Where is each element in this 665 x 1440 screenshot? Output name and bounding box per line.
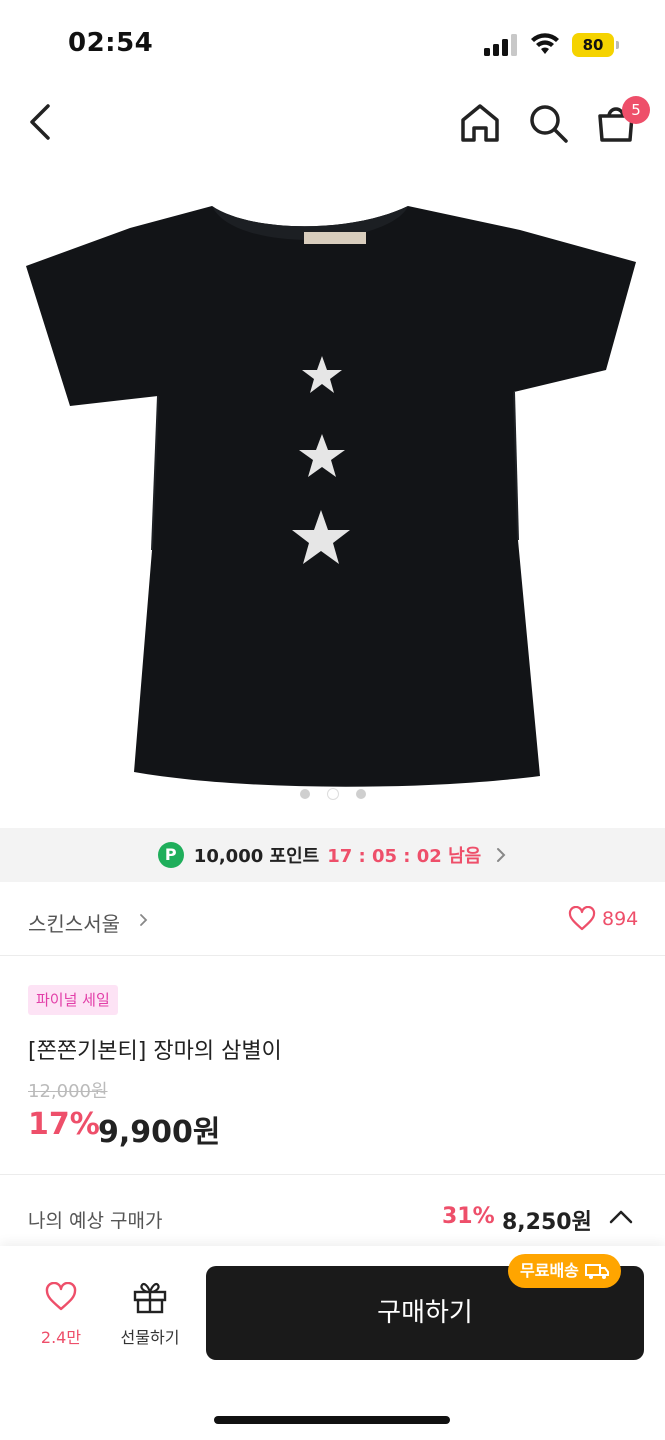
wishlist-button[interactable]: 2.4만	[30, 1281, 92, 1348]
expected-discount: 31%	[442, 1204, 495, 1229]
chevron-up-icon[interactable]	[608, 1208, 634, 1226]
sale-tag: 파이널 세일	[28, 985, 118, 1015]
product-title: [쫀쫀기본티] 장마의 삼별이	[28, 1039, 282, 1064]
battery-level: 80	[572, 33, 614, 57]
free-shipping-label: 무료배송	[520, 1261, 579, 1280]
points-amount: 10,000 포인트	[193, 846, 320, 867]
carousel-dot-3[interactable]	[355, 789, 366, 799]
chevron-right-icon	[140, 914, 148, 926]
store-like-count: 894	[602, 908, 639, 930]
top-nav: 5	[0, 80, 665, 170]
heart-icon	[45, 1281, 77, 1311]
home-icon[interactable]	[458, 102, 502, 144]
status-time: 02:54	[68, 28, 154, 58]
gift-label: 선물하기	[120, 1328, 180, 1347]
carousel-dot-2[interactable]	[327, 789, 338, 799]
carousel-dot-1[interactable]	[299, 789, 310, 799]
search-icon[interactable]	[526, 102, 570, 144]
product-info: 파이널 세일 [쫀쫀기본티] 장마의 삼별이 12,000원 17% 9,900…	[0, 957, 665, 1175]
signal-icon	[484, 34, 517, 56]
product-image-carousel[interactable]	[0, 170, 665, 825]
status-bar: 02:54 80	[0, 0, 665, 80]
chevron-right-icon	[497, 848, 506, 862]
gift-button[interactable]: 선물하기	[108, 1280, 192, 1348]
expected-price: 8,250원	[502, 1210, 592, 1235]
store-row: 스킨스서울 894	[0, 884, 665, 956]
store-name-link[interactable]: 스킨스서울	[28, 908, 120, 937]
bottom-action-bar: 2.4만 선물하기 구매하기 무료배송	[0, 1246, 665, 1440]
back-arrow-icon[interactable]	[22, 100, 58, 144]
product-image	[26, 206, 636, 787]
carousel-pagination	[0, 784, 665, 799]
points-timer: 17 : 05 : 02 남음	[327, 846, 482, 867]
store-heart-icon[interactable]	[568, 906, 596, 932]
sale-price: 9,900원	[98, 1115, 221, 1150]
battery-nub	[616, 41, 619, 49]
wifi-icon	[531, 33, 559, 54]
original-price: 12,000원	[28, 1081, 108, 1102]
free-shipping-badge: 무료배송	[508, 1254, 621, 1288]
expected-price-label: 나의 예상 구매가	[28, 1210, 163, 1232]
home-indicator	[214, 1416, 450, 1424]
expected-price-row[interactable]: 나의 예상 구매가 31% 8,250원	[0, 1176, 665, 1246]
gift-icon	[133, 1282, 167, 1314]
truck-icon	[584, 1264, 609, 1279]
discount-rate: 17%	[28, 1107, 100, 1142]
battery-indicator: 80	[572, 33, 620, 57]
wishlist-count: 2.4만	[40, 1328, 82, 1347]
cart-count-badge: 5	[622, 96, 650, 124]
points-icon: P	[157, 842, 184, 868]
points-banner[interactable]: P 10,000 포인트 17 : 05 : 02 남음	[0, 828, 665, 882]
